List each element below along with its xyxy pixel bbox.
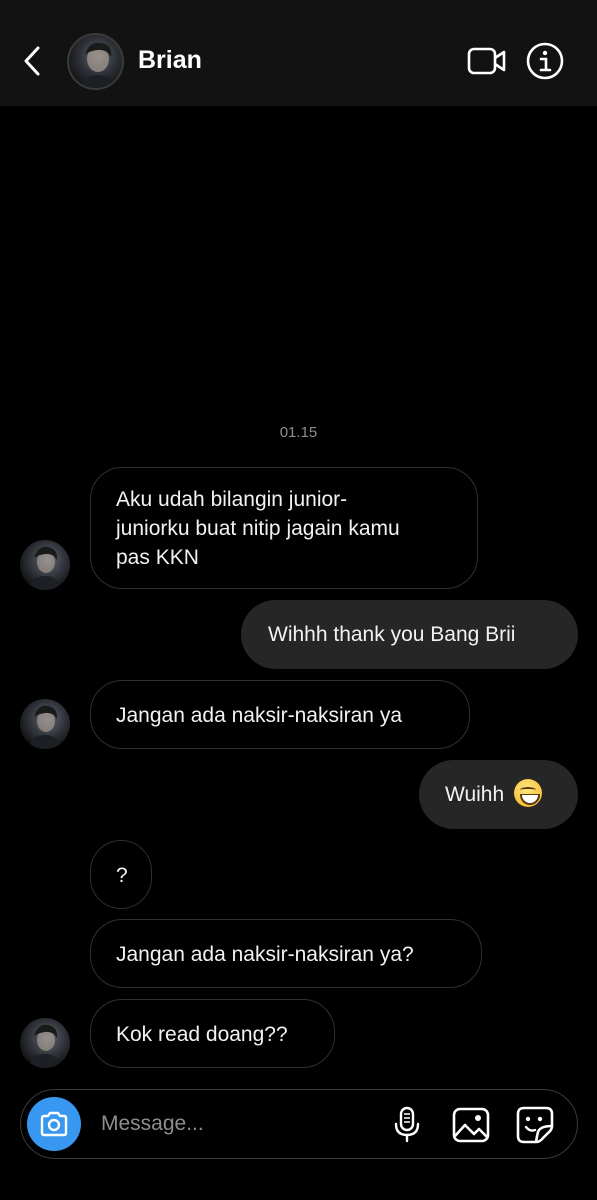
info-button[interactable] (524, 40, 566, 82)
message-text: ? (116, 864, 128, 887)
video-call-button[interactable] (466, 40, 508, 82)
contact-name[interactable]: Brian (138, 46, 202, 75)
chevron-left-icon (24, 46, 40, 76)
message-text: Wuihh (445, 783, 505, 806)
avatar-portrait (28, 546, 62, 590)
image-icon (452, 1107, 490, 1143)
message-input[interactable] (101, 1106, 381, 1142)
avatar-portrait (28, 705, 62, 749)
info-icon (526, 42, 564, 80)
message-text-line: Aku udah bilangin junior- (116, 488, 348, 511)
chat-header: Brian (0, 0, 597, 106)
message-text-line: juniorku buat nitip jagain kamu (116, 517, 400, 540)
message-composer (20, 1089, 578, 1159)
message-text: Kok read doang?? (116, 1023, 288, 1046)
contact-avatar[interactable] (67, 33, 124, 90)
avatar-portrait (28, 1024, 62, 1068)
sticker-icon (516, 1106, 554, 1144)
incoming-message-bubble[interactable]: Jangan ada naksir-naksiran ya (90, 680, 470, 749)
incoming-message-bubble[interactable]: Kok read doang?? (90, 999, 335, 1068)
sender-avatar[interactable] (20, 699, 70, 749)
outgoing-message-bubble[interactable]: Wihhh thank you Bang Brii (241, 600, 578, 669)
incoming-message-bubble[interactable]: Aku udah bilangin junior- juniorku buat … (90, 467, 478, 589)
message-timestamp: 01.15 (279, 424, 318, 441)
message-text-line: pas KKN (116, 546, 199, 569)
incoming-message-bubble[interactable]: ? (90, 840, 152, 909)
sender-avatar[interactable] (20, 540, 70, 590)
camera-button[interactable] (27, 1097, 81, 1151)
sticker-button[interactable] (514, 1104, 556, 1146)
back-button[interactable] (18, 42, 46, 80)
camera-icon (40, 1111, 68, 1137)
voice-message-button[interactable] (386, 1104, 428, 1146)
grinning-face-emoji-icon (514, 779, 542, 808)
video-camera-icon (467, 47, 506, 75)
avatar-portrait (80, 42, 116, 88)
outgoing-message-bubble[interactable]: Wuihh (419, 760, 578, 829)
message-text: Jangan ada naksir-naksiran ya? (116, 943, 414, 966)
gallery-button[interactable] (450, 1104, 492, 1146)
microphone-icon (394, 1106, 420, 1143)
sender-avatar[interactable] (20, 1018, 70, 1068)
incoming-message-bubble[interactable]: Jangan ada naksir-naksiran ya? (90, 919, 482, 988)
message-text: Wihhh thank you Bang Brii (268, 623, 516, 646)
message-text: Jangan ada naksir-naksiran ya (116, 704, 403, 727)
